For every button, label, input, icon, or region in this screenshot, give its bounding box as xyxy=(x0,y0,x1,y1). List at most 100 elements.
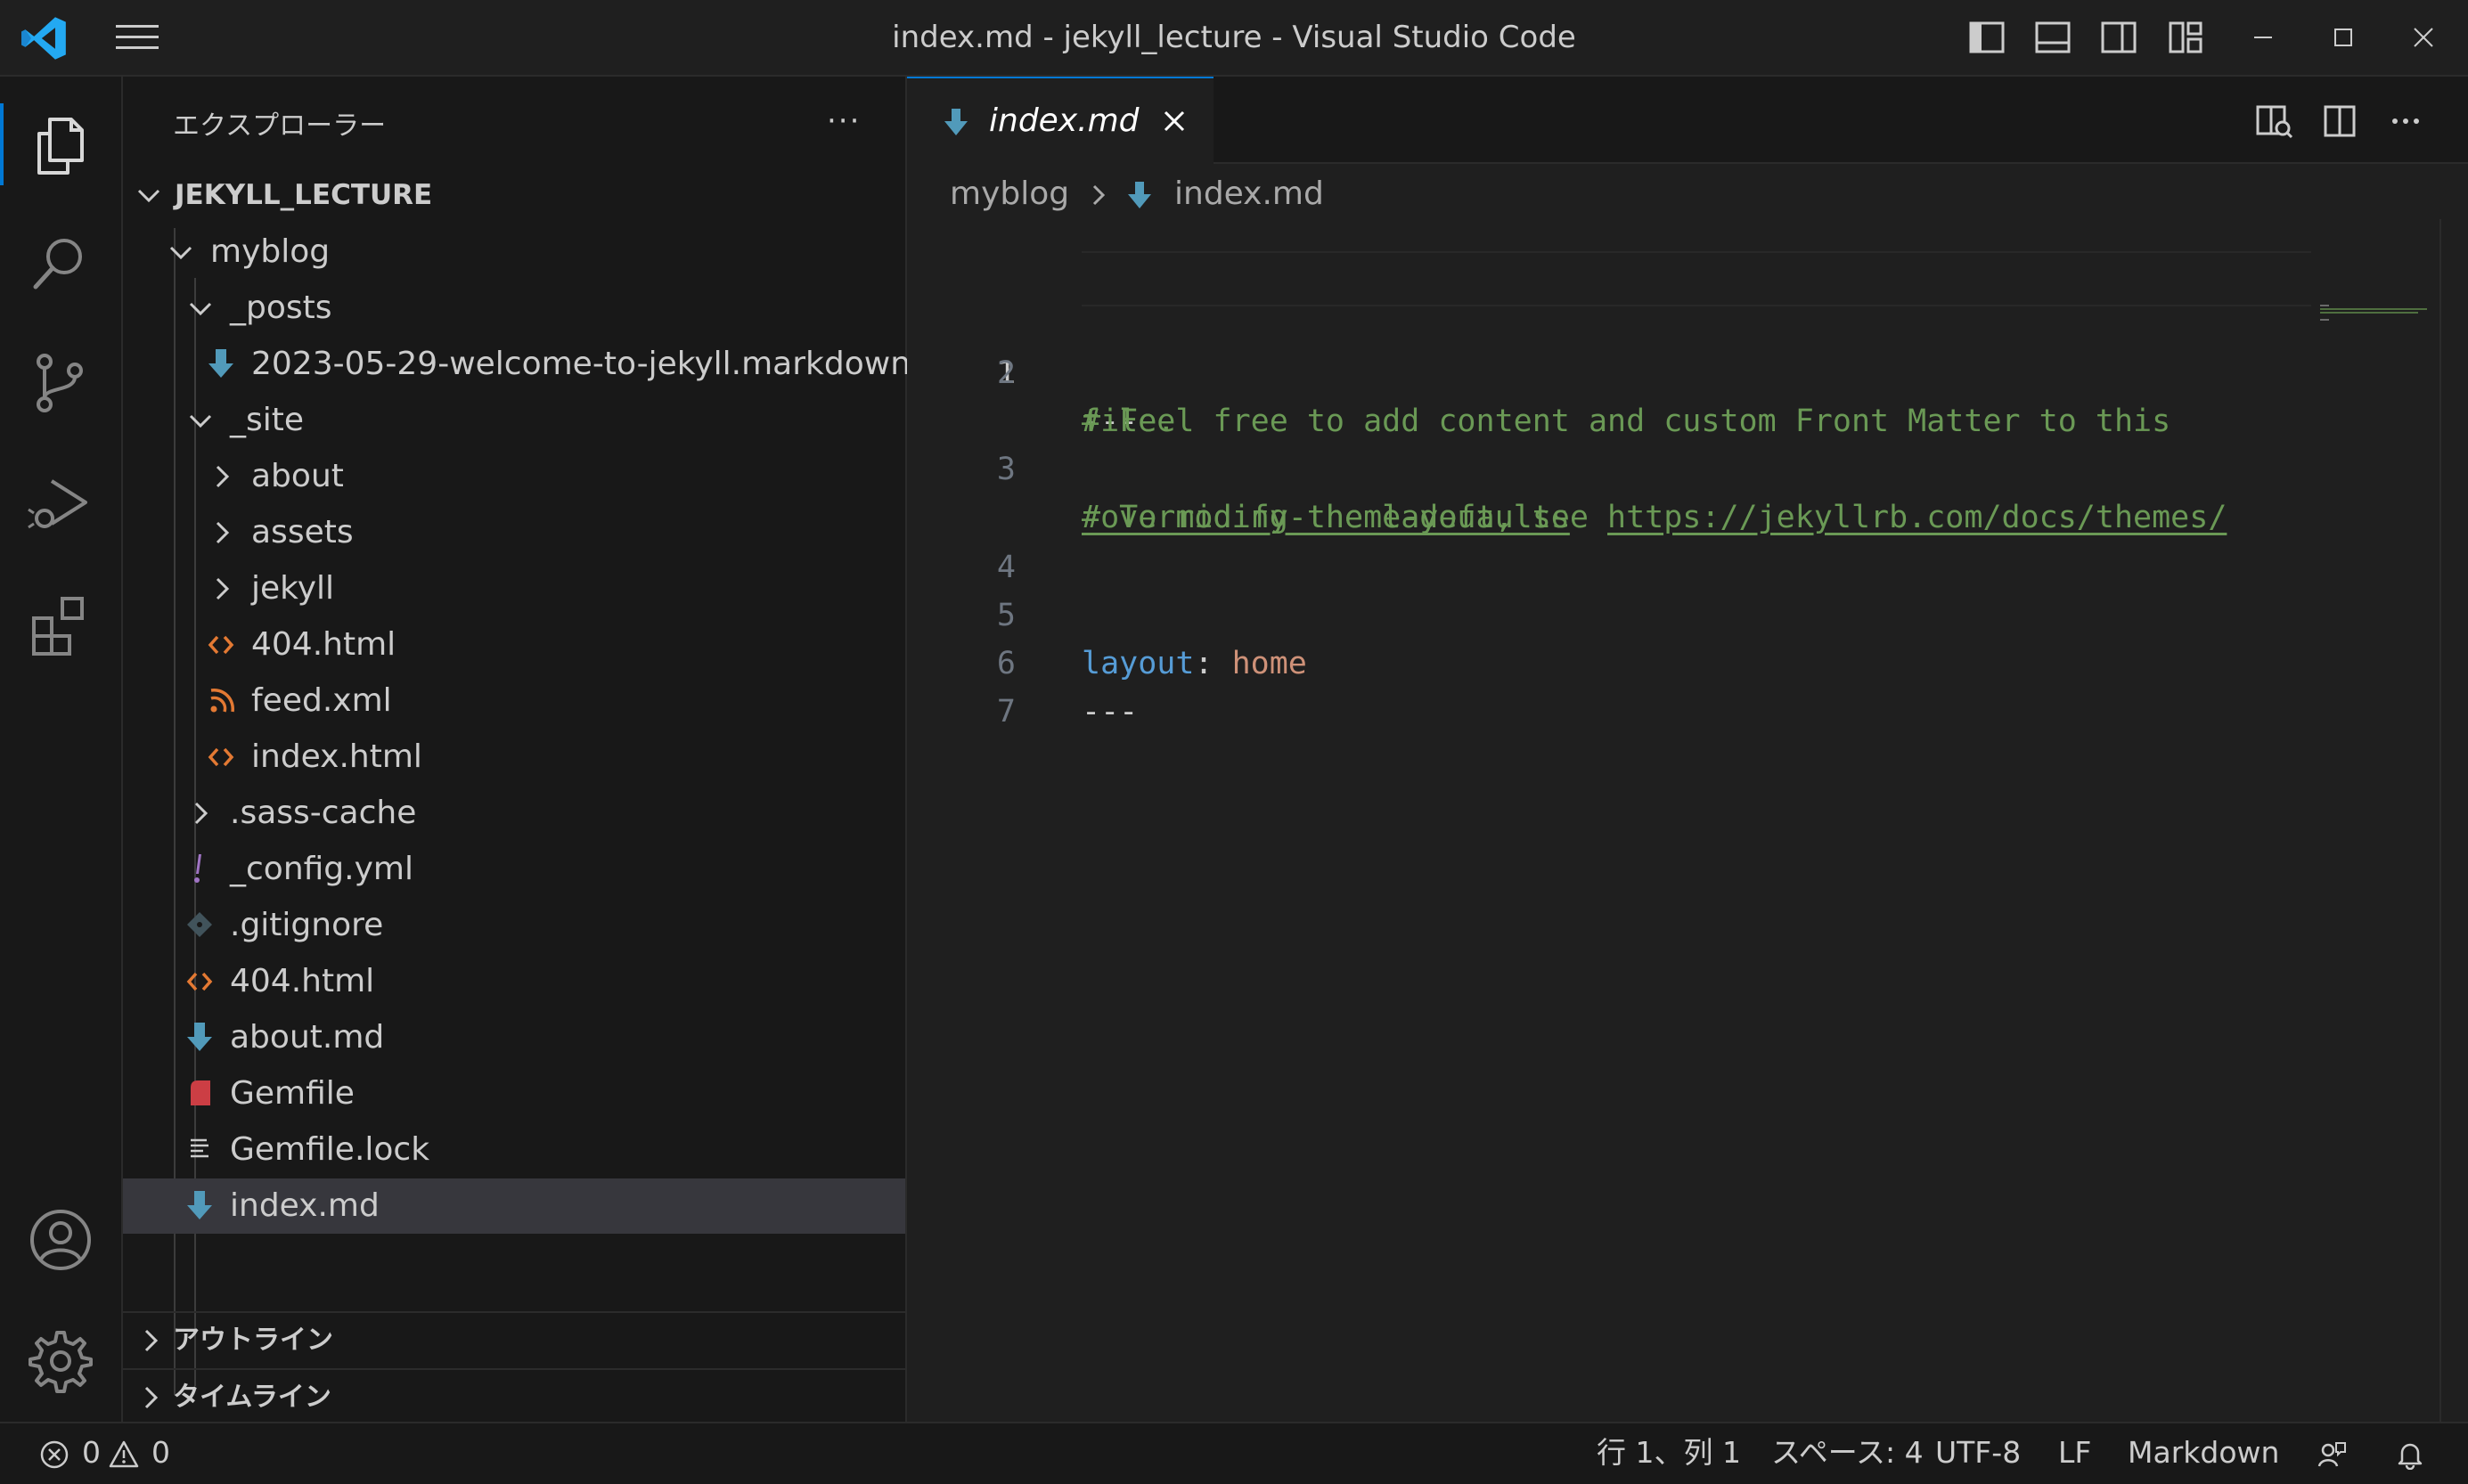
tree-item-site-index-html[interactable]: index.html xyxy=(123,730,905,785)
tree-item-gitignore[interactable]: .gitignore xyxy=(123,898,905,953)
cursor-position[interactable]: 行 1、列 1 xyxy=(1597,1423,1741,1482)
tree-item-label: Gemfile xyxy=(230,1075,355,1112)
customize-layout-icon[interactable] xyxy=(2167,18,2206,57)
tab-label: index.md xyxy=(989,102,1140,139)
tree-item-config-yml[interactable]: _config.yml xyxy=(123,842,905,897)
tree-item-label: index.md xyxy=(230,1187,380,1224)
maximize-icon[interactable] xyxy=(2324,18,2363,57)
tab-index-md[interactable]: index.md xyxy=(907,77,1214,166)
tree-item-label: assets xyxy=(251,514,354,550)
encoding[interactable]: UTF-8 xyxy=(1935,1423,2021,1482)
toggle-secondary-sidebar-icon[interactable] xyxy=(2099,18,2138,57)
tree-item-label: _config.yml xyxy=(230,851,413,887)
workspace-root[interactable]: JEKYLL_LECTURE xyxy=(123,167,905,223)
tree-item-assets-folder[interactable]: assets xyxy=(123,505,905,560)
chevron-right-icon xyxy=(194,802,208,825)
status-bar: 0 0 行 1、列 1 スペース: 4 UTF-8 LF Markdown xyxy=(0,1422,2468,1484)
error-count[interactable]: 0 xyxy=(82,1423,101,1482)
run-debug-icon[interactable] xyxy=(25,469,96,540)
tree-item-gemfile-lock[interactable]: Gemfile.lock xyxy=(123,1122,905,1178)
code-line: 7 xyxy=(907,640,2306,730)
editor-area: index.md myblog index.md 1 --- 2 # Feel … xyxy=(907,77,2468,1422)
tree-item-welcome-post[interactable]: 2023-05-29-welcome-to-jekyll.markdown xyxy=(123,337,911,392)
tree-item-gemfile[interactable]: Gemfile xyxy=(123,1066,905,1121)
minimap-line xyxy=(2320,305,2329,306)
language-mode[interactable]: Markdown xyxy=(2128,1423,2279,1482)
code-line-wrap: file. xyxy=(907,349,2306,439)
chevron-down-icon xyxy=(137,189,160,203)
tree-item-jekyll-folder[interactable]: jekyll xyxy=(123,561,905,616)
minimap[interactable] xyxy=(2306,219,2431,1422)
notifications-bell-icon[interactable] xyxy=(2395,1439,2425,1470)
tree-item-label: 404.html xyxy=(230,963,375,999)
tree-item-label: jekyll xyxy=(251,570,335,607)
window-title: index.md - jekyll_lecture - Visual Studi… xyxy=(892,20,1576,55)
tree-item-posts[interactable]: _posts xyxy=(123,281,905,336)
open-preview-to-side-icon[interactable] xyxy=(2254,102,2293,141)
accounts-icon[interactable] xyxy=(25,1204,96,1276)
tree-item-label: about xyxy=(251,458,344,494)
tree-item-site-404-html[interactable]: 404.html xyxy=(123,617,905,673)
markdown-file-icon xyxy=(187,1191,212,1219)
breadcrumb-folder[interactable]: myblog xyxy=(950,173,1069,216)
ruby-file-icon xyxy=(191,1080,210,1105)
tree-item-label: 2023-05-29-welcome-to-jekyll.markdown xyxy=(251,346,911,382)
tree-item-about-folder[interactable]: about xyxy=(123,449,905,504)
code-line: 5 layout: home xyxy=(907,543,2306,681)
tree-item-404-html[interactable]: 404.html xyxy=(123,954,905,1009)
current-line-highlight xyxy=(1082,251,2311,306)
tree-item-feed-xml[interactable]: feed.xml xyxy=(123,673,905,729)
vscode-logo-icon xyxy=(21,17,66,60)
chevron-right-icon xyxy=(216,465,230,488)
warning-icon[interactable] xyxy=(109,1439,139,1470)
more-actions-icon[interactable] xyxy=(2386,102,2425,141)
tree-item-label: index.html xyxy=(251,738,422,775)
manage-gear-icon[interactable] xyxy=(25,1325,96,1397)
chevron-down-icon xyxy=(189,414,212,428)
tree-item-label: Gemfile.lock xyxy=(230,1131,430,1168)
code-line: 4 xyxy=(907,495,2306,585)
outline-section-label: アウトライン xyxy=(173,1325,333,1356)
tree-item-label: myblog xyxy=(210,233,331,270)
feedback-icon[interactable] xyxy=(2317,1439,2347,1470)
code-line: 2 # Feel free to add content and custom … xyxy=(907,301,2306,439)
warning-count[interactable]: 0 xyxy=(151,1423,170,1482)
chevron-down-icon xyxy=(189,302,212,316)
end-of-line[interactable]: LF xyxy=(2058,1423,2091,1482)
tree-item-label: 404.html xyxy=(251,626,396,663)
split-editor-icon[interactable] xyxy=(2320,102,2359,141)
git-file-icon xyxy=(187,912,212,937)
tree-item-site[interactable]: _site xyxy=(123,393,905,448)
tree-item-myblog[interactable]: myblog xyxy=(123,224,905,280)
markdown-file-icon xyxy=(208,349,233,378)
indentation[interactable]: スペース: 4 xyxy=(1771,1423,1924,1482)
search-icon[interactable] xyxy=(25,228,96,299)
tree-item-sass-cache[interactable]: .sass-cache xyxy=(123,786,905,841)
minimap-line xyxy=(2320,308,2427,310)
explorer-more-actions[interactable]: ··· xyxy=(827,103,861,139)
html-file-icon xyxy=(208,635,234,655)
close-icon[interactable] xyxy=(2404,18,2443,57)
vertical-scrollbar[interactable] xyxy=(2439,219,2445,1422)
timeline-section[interactable]: タイムライン xyxy=(123,1368,905,1425)
tree-item-index-md[interactable]: index.md xyxy=(123,1178,905,1234)
title-bar: index.md - jekyll_lecture - Visual Studi… xyxy=(0,0,2468,77)
toggle-primary-sidebar-icon[interactable] xyxy=(1967,18,2006,57)
hamburger-menu-icon[interactable] xyxy=(114,21,160,53)
code-line: 6 --- xyxy=(907,591,2306,730)
tree-item-label: _site xyxy=(230,402,305,438)
minimize-icon[interactable] xyxy=(2243,18,2283,57)
breadcrumb-file[interactable]: index.md xyxy=(1174,173,1324,216)
toggle-panel-icon[interactable] xyxy=(2033,18,2072,57)
source-control-icon[interactable] xyxy=(25,347,96,419)
active-indicator xyxy=(0,103,4,185)
html-file-icon xyxy=(186,972,213,991)
explorer-icon[interactable] xyxy=(25,109,96,180)
tab-close-icon[interactable] xyxy=(1158,105,1190,137)
tree-item-about-md[interactable]: about.md xyxy=(123,1010,905,1065)
editor-tab-bar: index.md xyxy=(907,77,2468,166)
code-line-wrap: #overriding-theme-defaults xyxy=(907,445,2306,535)
outline-section[interactable]: アウトライン xyxy=(123,1311,905,1368)
extensions-icon[interactable] xyxy=(25,590,96,661)
error-icon[interactable] xyxy=(39,1439,69,1470)
